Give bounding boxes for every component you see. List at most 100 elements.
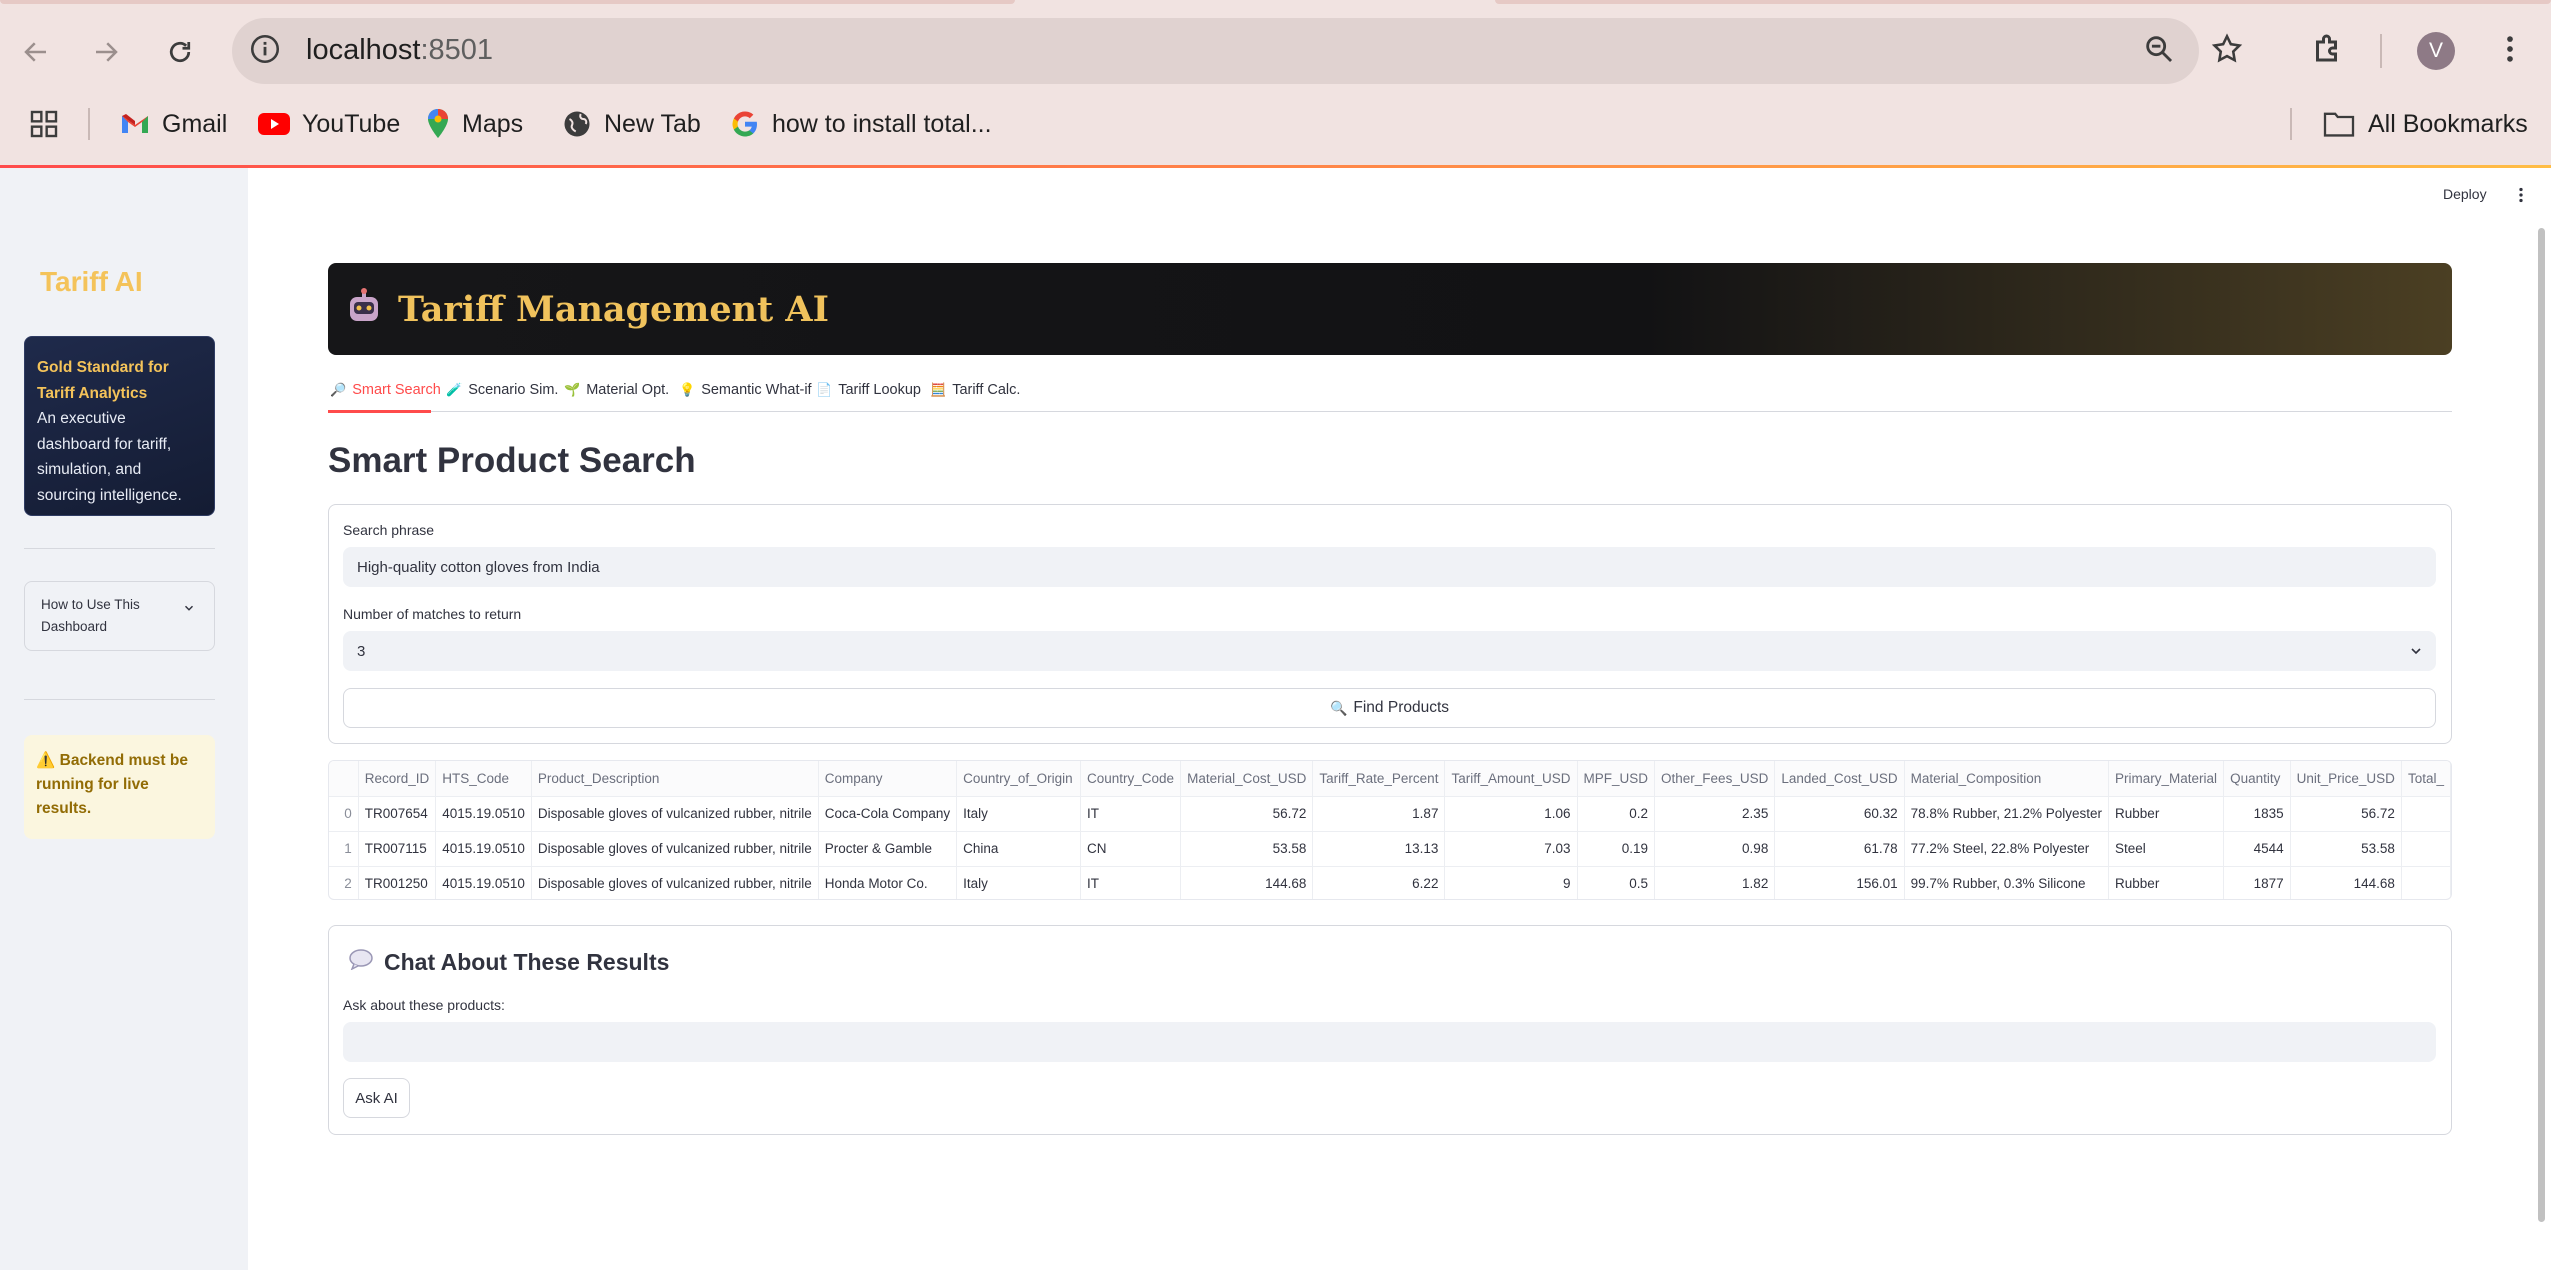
table-cell[interactable]: China	[956, 831, 1082, 867]
bookmark-gmail[interactable]: Gmail	[120, 106, 227, 142]
tab-smart-search[interactable]: 🔎 Smart Search	[330, 379, 441, 401]
table-cell[interactable]: Italy	[956, 866, 1082, 899]
table-cell[interactable]: 7.03	[1444, 831, 1578, 867]
table-cell[interactable]	[2401, 831, 2451, 867]
table-cell[interactable]: Honda Motor Co.	[818, 866, 958, 899]
table-cell[interactable]: 1.82	[1654, 866, 1776, 899]
table-cell[interactable]: Procter & Gamble	[818, 831, 958, 867]
bookmark-youtube[interactable]: YouTube	[258, 106, 400, 142]
table-row[interactable]: 0 TR007654 4015.19.0510 Disposable gloves o…	[329, 796, 2451, 832]
table-cell[interactable]: 6.22	[1312, 866, 1446, 899]
table-cell[interactable]: 4015.19.0510	[435, 831, 532, 867]
column-header[interactable]: Record_ID	[358, 761, 437, 797]
address-bar[interactable]	[232, 18, 2199, 84]
all-bookmarks-button[interactable]: All Bookmarks	[2322, 106, 2528, 142]
table-row[interactable]: 2 TR001250 4015.19.0510 Disposable gloves o…	[329, 866, 2451, 899]
table-cell[interactable]: 53.58	[1180, 831, 1314, 867]
table-cell[interactable]: 0.19	[1577, 831, 1656, 867]
extensions-icon[interactable]	[2310, 30, 2346, 71]
table-cell[interactable]: 60.32	[1774, 796, 1905, 832]
table-cell[interactable]: 0.5	[1577, 866, 1656, 899]
tab-semantic-what-if[interactable]: 💡 Semantic What-if	[679, 379, 812, 401]
table-cell[interactable]: Disposable gloves of vulcanized rubber, …	[531, 866, 819, 899]
how-to-use-expander[interactable]: How to Use This Dashboard	[24, 581, 215, 651]
column-header[interactable]: Total_	[2401, 761, 2451, 797]
column-header[interactable]: Country_Code	[1080, 761, 1182, 797]
column-header[interactable]: Country_of_Origin	[956, 761, 1082, 797]
ask-ai-button[interactable]: Ask AI	[343, 1078, 410, 1118]
table-cell[interactable]: CN	[1080, 831, 1182, 867]
table-cell[interactable]: Rubber	[2108, 796, 2225, 832]
table-cell[interactable]: Disposable gloves of vulcanized rubber, …	[531, 831, 819, 867]
column-header[interactable]: Landed_Cost_USD	[1774, 761, 1905, 797]
site-info-icon[interactable]	[248, 32, 282, 71]
table-cell[interactable]	[2401, 866, 2451, 899]
find-products-button[interactable]: 🔍 Find Products	[343, 688, 2436, 728]
column-header[interactable]: Primary_Material	[2108, 761, 2225, 797]
table-cell[interactable]: Disposable gloves of vulcanized rubber, …	[531, 796, 819, 832]
table-cell[interactable]: 144.68	[1180, 866, 1314, 899]
column-header[interactable]: Tariff_Amount_USD	[1444, 761, 1578, 797]
table-cell[interactable]: 56.72	[1180, 796, 1314, 832]
table-cell[interactable]: 56.72	[2290, 796, 2402, 832]
tab-tariff-calc[interactable]: 🧮 Tariff Calc.	[930, 379, 1020, 401]
column-header[interactable]: Quantity	[2223, 761, 2291, 797]
table-cell[interactable]: 0.2	[1577, 796, 1656, 832]
results-table[interactable]: Record_ID HTS_Code Product_Description Comp…	[328, 760, 2452, 900]
table-cell[interactable]: 1	[329, 831, 359, 867]
table-cell[interactable]: 0.98	[1654, 831, 1776, 867]
table-cell[interactable]: 4015.19.0510	[435, 796, 532, 832]
table-cell[interactable]: IT	[1080, 796, 1182, 832]
table-cell[interactable]: 144.68	[2290, 866, 2402, 899]
table-cell[interactable]: 78.8% Rubber, 21.2% Polyester	[1904, 796, 2110, 832]
profile-avatar[interactable]: V	[2417, 32, 2455, 70]
bookmark-new-tab[interactable]: New Tab	[562, 106, 701, 142]
table-cell[interactable]	[2401, 796, 2451, 832]
forward-button[interactable]	[84, 30, 128, 74]
table-cell[interactable]: TR007654	[358, 796, 437, 832]
table-cell[interactable]: Italy	[956, 796, 1082, 832]
reload-button[interactable]	[158, 30, 202, 74]
table-cell[interactable]: IT	[1080, 866, 1182, 899]
table-cell[interactable]: 4015.19.0510	[435, 866, 532, 899]
column-header[interactable]: Tariff_Rate_Percent	[1312, 761, 1446, 797]
search-phrase-input[interactable]: High-quality cotton gloves from India	[343, 547, 2436, 587]
column-header[interactable]	[329, 761, 359, 797]
table-cell[interactable]: 9	[1444, 866, 1578, 899]
column-header[interactable]: Material_Cost_USD	[1180, 761, 1314, 797]
url-text[interactable]: localhost:8501	[306, 32, 493, 68]
zoom-icon[interactable]	[2142, 32, 2176, 71]
column-header[interactable]: Other_Fees_USD	[1654, 761, 1776, 797]
bookmark-google-search[interactable]: how to install total...	[730, 106, 992, 142]
column-header[interactable]: MPF_USD	[1577, 761, 1656, 797]
table-cell[interactable]: 1.06	[1444, 796, 1578, 832]
column-header[interactable]: HTS_Code	[435, 761, 532, 797]
tab-tariff-lookup[interactable]: 📄 Tariff Lookup	[816, 379, 921, 401]
main-menu-icon[interactable]	[2515, 184, 2527, 211]
table-cell[interactable]: TR007115	[358, 831, 437, 867]
bookmark-star-icon[interactable]	[2210, 32, 2244, 71]
table-row[interactable]: 1 TR007115 4015.19.0510 Disposable gloves o…	[329, 831, 2451, 867]
bookmark-maps[interactable]: Maps	[426, 106, 523, 142]
table-cell[interactable]: TR001250	[358, 866, 437, 899]
table-cell[interactable]: 1877	[2223, 866, 2291, 899]
table-cell[interactable]: 77.2% Steel, 22.8% Polyester	[1904, 831, 2110, 867]
table-cell[interactable]: 2.35	[1654, 796, 1776, 832]
apps-grid-icon[interactable]	[28, 108, 60, 145]
tab-scenario-sim[interactable]: 🧪 Scenario Sim.	[446, 379, 558, 401]
table-cell[interactable]: 99.7% Rubber, 0.3% Silicone	[1904, 866, 2110, 899]
tab-material-opt[interactable]: 🌱 Material Opt.	[564, 379, 669, 401]
table-cell[interactable]: 13.13	[1312, 831, 1446, 867]
table-cell[interactable]: 61.78	[1774, 831, 1905, 867]
table-cell[interactable]: 4544	[2223, 831, 2291, 867]
table-cell[interactable]: Rubber	[2108, 866, 2225, 899]
deploy-button[interactable]: Deploy	[2443, 186, 2487, 202]
table-cell[interactable]: 1835	[2223, 796, 2291, 832]
column-header[interactable]: Company	[818, 761, 958, 797]
column-header[interactable]: Material_Composition	[1904, 761, 2110, 797]
page-scrollbar[interactable]	[2538, 228, 2545, 1222]
column-header[interactable]: Product_Description	[531, 761, 819, 797]
column-header[interactable]: Unit_Price_USD	[2290, 761, 2402, 797]
matches-select[interactable]: 3	[343, 631, 2436, 671]
table-cell[interactable]: Coca-Cola Company	[818, 796, 958, 832]
